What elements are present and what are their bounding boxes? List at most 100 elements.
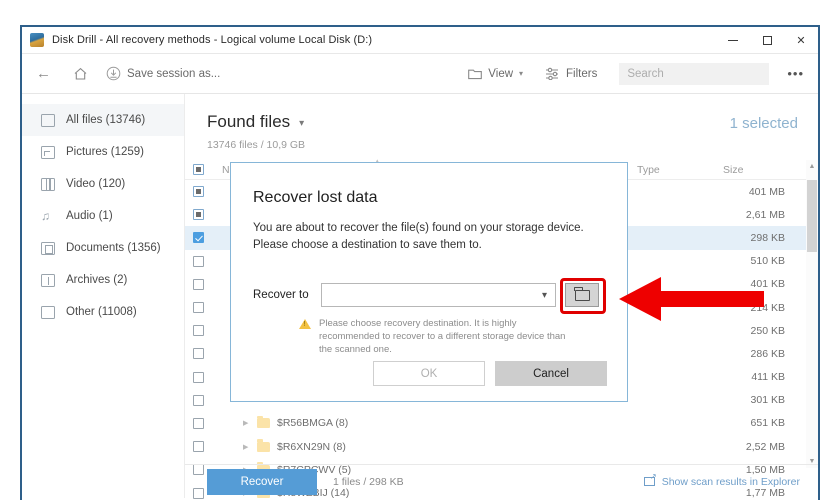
vertical-scrollbar[interactable]: ▲ ▼ [806, 160, 818, 468]
audio-icon: ♫ [41, 208, 50, 223]
red-arrow-annotation [619, 277, 764, 321]
maximize-button[interactable] [750, 27, 784, 53]
title-bar: Disk Drill - All recovery methods - Logi… [22, 27, 818, 54]
chevron-down-icon[interactable]: ▾ [299, 118, 304, 132]
row-checkbox[interactable] [193, 394, 204, 406]
row-size: 651 KB [750, 417, 785, 430]
sidebar-item-label: Audio (1) [66, 210, 113, 222]
explorer-icon [643, 472, 657, 486]
save-session-button[interactable]: Save session as... [106, 66, 220, 81]
browse-button-wrapper [560, 278, 606, 314]
scroll-up-icon[interactable]: ▲ [806, 160, 818, 173]
toolbar: ← Save session as... View ▾ Filters Sear… [22, 54, 818, 94]
show-in-explorer-link[interactable]: Show scan results in Explorer [643, 472, 800, 488]
column-header-type[interactable]: Type [637, 164, 660, 176]
column-header-size[interactable]: Size [723, 164, 743, 176]
row-checkbox[interactable] [193, 371, 204, 383]
window-controls: ✕ [716, 27, 818, 53]
page-title: Found files [207, 112, 291, 131]
sidebar-item-label: All files (13746) [66, 114, 146, 126]
sidebar-item-label: Documents (1356) [66, 242, 161, 254]
recover-stats-label: 1 files / 298 KB [333, 475, 404, 488]
sidebar-item-label: Archives (2) [66, 274, 128, 286]
recover-to-row: Recover to ▾ [253, 278, 606, 314]
search-input[interactable]: Search [619, 62, 770, 85]
chevron-down-icon: ▾ [541, 289, 547, 301]
folder-icon [257, 439, 270, 452]
sidebar-item-audio[interactable]: ♫ Audio (1) [22, 200, 184, 232]
filters-icon [546, 67, 559, 80]
home-button[interactable] [73, 67, 88, 81]
row-checkbox[interactable] [193, 232, 204, 244]
dialog-warning-text: Please choose recovery destination. It i… [319, 318, 566, 355]
sidebar-item-documents[interactable]: Documents (1356) [22, 232, 184, 264]
maximize-icon [762, 35, 772, 45]
row-size: 250 KB [750, 324, 785, 337]
table-row[interactable]: ▶ $R6XN29N (8) 2,52 MB [185, 435, 818, 458]
minimize-icon [728, 39, 738, 41]
row-checkbox[interactable] [193, 255, 204, 267]
recover-lost-data-dialog: Recover lost data You are about to recov… [230, 162, 628, 402]
minimize-button[interactable] [716, 27, 750, 53]
browse-folder-button[interactable] [565, 283, 599, 307]
row-checkbox[interactable] [193, 278, 204, 290]
table-row[interactable]: ▶ $R56BMGA (8) 651 KB [185, 412, 818, 435]
close-button[interactable]: ✕ [784, 27, 818, 53]
recover-to-label: Recover to [253, 289, 309, 301]
sidebar-item-label: Video (120) [66, 178, 126, 190]
sidebar-item-pictures[interactable]: Pictures (1259) [22, 136, 184, 168]
sidebar-item-other[interactable]: Other (11008) [22, 296, 184, 328]
app-window: Disk Drill - All recovery methods - Logi… [20, 25, 820, 500]
save-session-label: Save session as... [127, 67, 221, 80]
documents-icon [41, 241, 55, 255]
row-size: 298 KB [750, 231, 785, 244]
select-all-checkbox[interactable] [193, 164, 204, 175]
warning-icon [299, 319, 311, 329]
pictures-icon [41, 145, 55, 159]
all-files-icon [41, 113, 55, 127]
ok-button[interactable]: OK [373, 361, 485, 386]
row-checkbox[interactable] [193, 348, 204, 360]
filters-button[interactable]: Filters [545, 67, 597, 80]
archives-icon [41, 273, 55, 287]
sidebar-item-all-files[interactable]: All files (13746) [22, 104, 184, 136]
recover-to-dropdown[interactable]: ▾ [321, 283, 556, 307]
row-size: 2,61 MB [745, 208, 785, 221]
row-size: 510 KB [750, 255, 785, 268]
row-checkbox[interactable] [193, 325, 204, 337]
dialog-description: You are about to recover the file(s) fou… [253, 222, 584, 251]
row-checkbox[interactable] [193, 417, 204, 429]
row-checkbox[interactable] [193, 302, 204, 314]
expand-triangle-icon[interactable]: ▶ [243, 419, 248, 427]
sidebar-item-video[interactable]: Video (120) [22, 168, 184, 200]
screenshot-root: Disk Drill - All recovery methods - Logi… [0, 0, 840, 500]
row-checkbox[interactable] [193, 441, 204, 453]
dialog-buttons: OK Cancel [373, 361, 607, 386]
more-options-button[interactable]: ••• [787, 66, 804, 81]
scrollbar-thumb[interactable] [807, 180, 817, 252]
window-title: Disk Drill - All recovery methods - Logi… [52, 34, 373, 46]
row-size: 286 KB [750, 347, 785, 360]
other-icon [41, 305, 55, 319]
sidebar: All files (13746) Pictures (1259) Video … [22, 94, 185, 498]
row-checkbox[interactable] [193, 186, 204, 198]
back-button[interactable]: ← [36, 65, 51, 82]
sidebar-item-label: Pictures (1259) [66, 146, 144, 158]
sidebar-item-archives[interactable]: Archives (2) [22, 264, 184, 296]
row-size: 301 KB [750, 394, 785, 407]
found-files-subtitle: 13746 files / 10,9 GB [207, 139, 306, 151]
view-button[interactable]: View ▾ [468, 68, 523, 80]
expand-triangle-icon[interactable]: ▶ [243, 443, 248, 451]
cancel-button[interactable]: Cancel [495, 361, 607, 386]
row-name: $R6XN29N (8) [277, 440, 346, 453]
recover-button[interactable]: Recover [207, 468, 317, 495]
selected-count: 1 selected [729, 115, 798, 132]
show-in-explorer-label: Show scan results in Explorer [661, 475, 800, 488]
save-icon [106, 66, 121, 81]
view-label: View [488, 67, 514, 80]
dialog-warning: Please choose recovery destination. It i… [299, 317, 579, 356]
folder-icon [257, 415, 270, 429]
row-size: 2,52 MB [745, 440, 785, 453]
found-files-header: Found files ▾ 1 selected [185, 94, 818, 132]
row-checkbox[interactable] [193, 209, 204, 221]
